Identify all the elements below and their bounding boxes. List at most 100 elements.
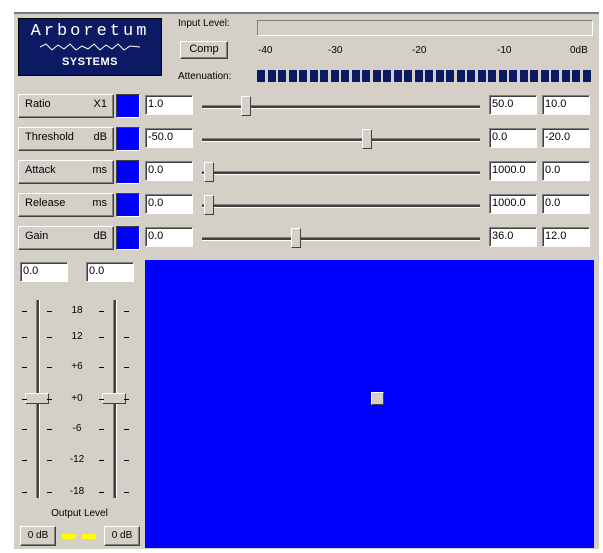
fader-tick [124,460,129,461]
param-current-field[interactable]: 0.0 [542,161,590,181]
attenuation-segment [456,70,465,82]
param-label: Gain [25,230,49,242]
attenuation-segment [561,70,570,82]
fader-tick [124,429,129,430]
fader-tick [22,337,27,338]
param-button-threshold[interactable]: Threshold dB [18,127,114,151]
fader-tick [99,399,104,400]
fader-tick [47,429,52,430]
param-slider-thumb[interactable] [204,195,214,215]
scale-label: 0dB [570,45,588,56]
fader-tick [47,399,52,400]
param-current-field[interactable]: 12.0 [542,227,590,247]
param-current-field[interactable]: -20.0 [542,128,590,148]
scale-label: -20 [412,45,427,56]
fader-scale-label: 18 [71,305,83,316]
attenuation-segment [530,70,538,82]
param-current-field[interactable]: 0.0 [542,194,590,214]
scale-label: -10 [497,45,512,56]
fader-tick [99,429,104,430]
attenuation-segment [467,70,475,82]
param-max-field[interactable]: 36.0 [489,227,537,247]
attenuation-segment [257,70,265,82]
fader-tick [99,492,104,493]
left-db-button[interactable]: 0 dB [20,526,56,546]
attenuation-segment [435,70,444,82]
param-current-field[interactable]: 10.0 [542,95,590,115]
led-right-icon [82,534,96,539]
fader-scale-label: -6 [72,423,82,434]
param-slider-track [202,237,480,241]
left-db-label: 0 dB [27,530,49,541]
attenuation-segment [330,70,339,82]
param-color-swatch[interactable] [116,226,140,250]
fader-tick [99,337,104,338]
attenuation-segment [267,70,276,82]
param-label: Ratio [25,98,51,110]
param-min-field[interactable]: 0.0 [145,194,193,214]
param-button-release[interactable]: Release ms [18,193,114,217]
param-max-field[interactable]: 1000.0 [489,161,537,181]
right-db-button[interactable]: 0 dB [104,526,140,546]
attenuation-segment [278,70,286,82]
param-slider-thumb[interactable] [362,129,373,149]
param-color-swatch[interactable] [116,193,140,217]
fader-scale-label: +6 [71,361,83,372]
fader-scale-label: -18 [69,486,85,497]
attenuation-meter [257,69,593,83]
param-unit: dB [93,230,107,242]
param-button-gain[interactable]: Gain dB [18,226,114,250]
attenuation-segment [320,70,328,82]
input-level-label: Input Level: [178,18,230,29]
left-fader-thumb[interactable] [25,393,49,404]
param-color-swatch[interactable] [116,160,140,184]
attenuation-segment [383,70,391,82]
fader-scale-label: +0 [71,393,83,404]
fader-tick [99,367,104,368]
param-min-field[interactable]: 1.0 [145,95,193,115]
comp-button[interactable]: Comp [180,41,228,59]
arboretum-logo: Arboretum SYSTEMS [18,18,162,76]
param-unit: X1 [93,98,107,110]
attenuation-segment [309,70,318,82]
param-min-field[interactable]: 0.0 [145,161,193,181]
input-level-meter [257,20,593,36]
right-fader-thumb[interactable] [102,393,126,404]
param-button-ratio[interactable]: Ratio X1 [18,94,114,118]
param-max-field[interactable]: 0.0 [489,128,537,148]
compressor-window: Arboretum SYSTEMS Input Level: Comp -40 -… [14,12,599,549]
fader-tick [47,492,52,493]
param-min-field[interactable]: 0.0 [145,227,193,247]
attenuation-segment [393,70,402,82]
param-max-field[interactable]: 50.0 [489,95,537,115]
attenuation-segment [288,70,297,82]
fader-tick [47,337,52,338]
param-label: Attack [25,164,56,176]
output-right-value[interactable]: 0.0 [86,262,134,282]
fader-tick [124,367,129,368]
param-unit: ms [92,197,107,209]
param-max-field[interactable]: 1000.0 [489,194,537,214]
param-color-swatch[interactable] [116,127,140,151]
param-min-field[interactable]: -50.0 [145,128,193,148]
param-button-attack[interactable]: Attack ms [18,160,114,184]
comp-button-label: Comp [189,43,219,55]
attenuation-segment [572,70,580,82]
attenuation-segment [519,70,528,82]
fader-tick [99,460,104,461]
attenuation-segment [540,70,549,82]
param-slider-thumb[interactable] [241,96,251,116]
attenuation-segment [341,70,349,82]
output-left-value[interactable]: 0.0 [20,262,68,282]
param-slider-thumb[interactable] [291,228,302,248]
param-slider-thumb[interactable] [204,162,214,182]
scale-label: -30 [328,45,343,56]
transfer-point-handle[interactable] [371,392,384,405]
param-color-swatch[interactable] [116,94,140,118]
param-slider-track [202,138,480,142]
fader-scale-label: 12 [71,331,83,342]
attenuation-segment [477,70,486,82]
attenuation-segment [414,70,423,82]
led-left-icon [62,534,76,539]
transfer-display[interactable] [145,260,594,548]
